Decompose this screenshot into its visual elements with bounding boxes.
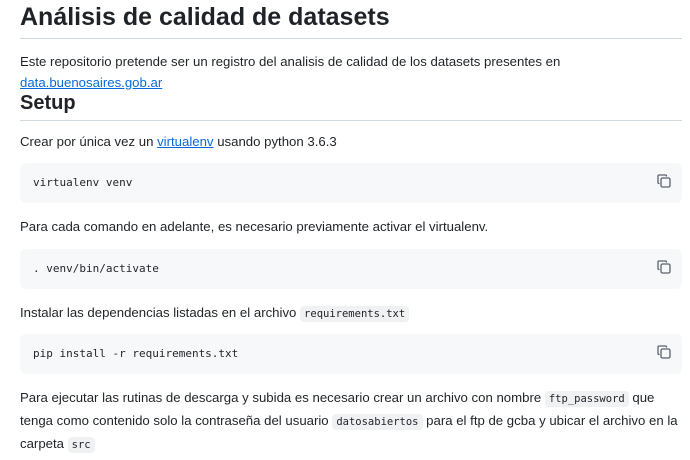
- inline-code: datosabiertos: [332, 414, 423, 430]
- step3-paragraph: Instalar las dependencias listadas en el…: [20, 302, 682, 325]
- code-text: . venv/bin/activate: [33, 262, 159, 275]
- code-block-pip: pip install -r requirements.txt: [20, 334, 682, 374]
- step2-paragraph: Para cada comando en adelante, es necesa…: [20, 219, 489, 234]
- code-text: pip install -r requirements.txt: [33, 347, 239, 360]
- code-block-virtualenv: virtualenv venv: [20, 163, 682, 203]
- step4-paragraph: Para ejecutar las rutinas de descarga y …: [20, 387, 682, 456]
- data-buenosaires-link[interactable]: data.buenosaires.gob.ar: [20, 75, 162, 90]
- inline-code: src: [67, 437, 95, 453]
- inline-code: ftp_password: [544, 391, 629, 407]
- inline-code: requirements.txt: [300, 306, 410, 322]
- intro-text: Este repositorio pretende ser un registr…: [20, 54, 561, 69]
- step1-text: Crear por única vez un: [20, 134, 158, 149]
- copy-icon[interactable]: [656, 344, 674, 362]
- page-title: Análisis de calidad de datasets: [20, 0, 682, 39]
- step1-text-after: usando python 3.6.3: [213, 134, 337, 149]
- virtualenv-link[interactable]: virtualenv: [157, 134, 213, 149]
- code-block-activate: . venv/bin/activate: [20, 249, 682, 289]
- setup-heading: Setup: [20, 90, 682, 121]
- step4-text: Para ejecutar las rutinas de descarga y …: [20, 390, 545, 405]
- step1-paragraph: Crear por única vez un virtualenv usando…: [20, 131, 682, 152]
- code-text: virtualenv venv: [33, 176, 133, 189]
- copy-icon[interactable]: [656, 173, 674, 191]
- step3-text: Instalar las dependencias listadas en el…: [20, 305, 301, 320]
- copy-icon[interactable]: [656, 259, 674, 277]
- intro-paragraph: Este repositorio pretende ser un registr…: [20, 51, 682, 93]
